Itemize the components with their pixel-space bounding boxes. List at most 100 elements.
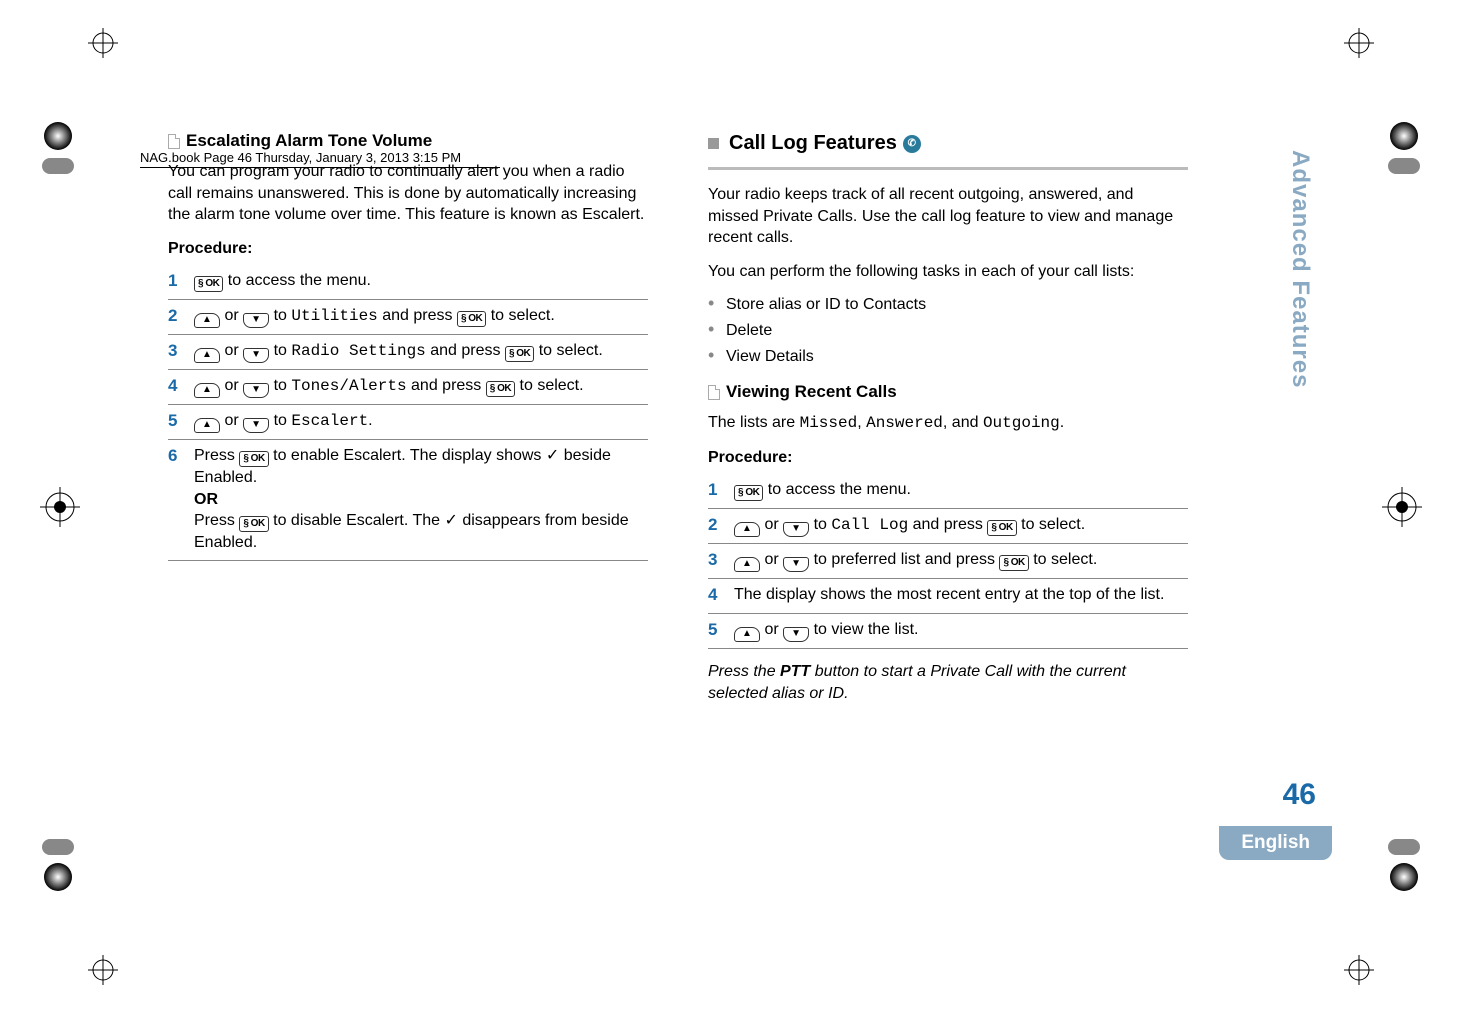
menu-item: Tones/Alerts [291, 377, 406, 395]
or-text: or [220, 307, 243, 324]
or-text: or [220, 412, 243, 429]
step-text: to select. [486, 307, 554, 324]
right-steps: 1 § OK to access the menu. 2 ▲ or ▼ to C… [708, 474, 1188, 649]
lists-line: The lists are Missed, Answered, and Outg… [708, 412, 1188, 435]
bullet-text: View Details [726, 346, 814, 368]
step-text: to view the list. [809, 621, 918, 638]
bullet-text: Delete [726, 320, 772, 342]
content: Escalating Alarm Tone Volume You can pro… [168, 130, 1188, 716]
up-arrow-icon: ▲ [194, 418, 220, 433]
step-text: . [368, 412, 372, 429]
down-arrow-icon: ▼ [243, 348, 269, 363]
procedure-label: Procedure: [168, 238, 648, 260]
phone-icon: ✆ [903, 135, 921, 153]
registration-right [1382, 487, 1422, 527]
list-name: Answered [866, 414, 943, 432]
list-name: Missed [800, 414, 858, 432]
lists-text: . [1060, 414, 1064, 431]
step-number: 2 [708, 514, 734, 537]
step-5: 5 ▲ or ▼ to Escalert. [168, 405, 648, 440]
document-icon [168, 134, 180, 149]
step-text: and press [378, 307, 457, 324]
step-text: to select. [1029, 551, 1097, 568]
crop-mark-bl [88, 955, 118, 985]
step-body: § OK to access the menu. [194, 270, 648, 293]
ptt-label: PTT [780, 663, 810, 680]
sidebar: Advanced Features 46 English [1274, 130, 1314, 850]
step-number: 3 [168, 340, 194, 363]
list-item: •Delete [708, 320, 1188, 342]
ok-button-icon: § OK [457, 311, 486, 327]
list-item: •View Details [708, 346, 1188, 368]
step-body: ▲ or ▼ to Call Log and press § OK to sel… [734, 514, 1188, 537]
right-intro: Your radio keeps track of all recent out… [708, 184, 1188, 249]
footnote: Press the PTT button to start a Private … [708, 661, 1188, 704]
step-body: ▲ or ▼ to view the list. [734, 619, 1188, 642]
step-number: 6 [168, 445, 194, 554]
down-arrow-icon: ▼ [243, 418, 269, 433]
step-body: The display shows the most recent entry … [734, 584, 1188, 607]
ok-button-icon: § OK [239, 451, 268, 467]
up-arrow-icon: ▲ [734, 627, 760, 642]
down-arrow-icon: ▼ [243, 313, 269, 328]
step-text: and press [426, 342, 505, 359]
task-list: •Store alias or ID to Contacts •Delete •… [708, 294, 1188, 367]
or-text: or [760, 516, 783, 533]
up-arrow-icon: ▲ [194, 383, 220, 398]
step-number: 1 [168, 270, 194, 293]
left-h1: Escalating Alarm Tone Volume [186, 130, 432, 153]
down-arrow-icon: ▼ [783, 627, 809, 642]
section-rule [708, 167, 1188, 170]
step-6: 6 Press § OK to enable Escalert. The dis… [168, 440, 648, 561]
up-arrow-icon: ▲ [734, 557, 760, 572]
right-h1: Call Log Features [729, 130, 897, 157]
crop-mark-br [1344, 955, 1374, 985]
step-number: 5 [708, 619, 734, 642]
or-text: or [220, 377, 243, 394]
registration-left [40, 487, 80, 527]
ok-button-icon: § OK [486, 381, 515, 397]
step-number: 2 [168, 305, 194, 328]
step-body: ▲ or ▼ to Utilities and press § OK to se… [194, 305, 648, 328]
step-5: 5 ▲ or ▼ to view the list. [708, 614, 1188, 649]
ok-button-icon: § OK [194, 276, 223, 292]
step-text: to [269, 412, 291, 429]
step-body: ▲ or ▼ to Tones/Alerts and press § OK to… [194, 375, 648, 398]
up-arrow-icon: ▲ [194, 348, 220, 363]
ok-button-icon: § OK [999, 555, 1028, 571]
step-4: 4 ▲ or ▼ to Tones/Alerts and press § OK … [168, 370, 648, 405]
crop-mark-tr [1344, 28, 1374, 58]
ok-button-icon: § OK [987, 520, 1016, 536]
step-text: to access the menu. [223, 272, 371, 289]
or-text: or [760, 621, 783, 638]
language-tab: English [1219, 826, 1332, 860]
lists-text: , [857, 414, 866, 431]
ok-button-icon: § OK [734, 485, 763, 501]
step-number: 3 [708, 549, 734, 572]
bullet-icon: • [708, 320, 726, 342]
right-column: Call Log Features ✆ Your radio keeps tra… [708, 130, 1188, 716]
up-arrow-icon: ▲ [194, 313, 220, 328]
section-title-vertical: Advanced Features [1286, 150, 1314, 388]
step-text: Press [194, 512, 239, 529]
section-mark-icon [708, 138, 719, 149]
or-text: or [760, 551, 783, 568]
step-text: to [269, 307, 291, 324]
step-3: 3 ▲ or ▼ to Radio Settings and press § O… [168, 335, 648, 370]
step-body: § OK to access the menu. [734, 479, 1188, 502]
crop-mark-tl [88, 28, 118, 58]
step-text: to select. [515, 377, 583, 394]
step-text: and press [407, 377, 486, 394]
bullet-icon: • [708, 346, 726, 368]
menu-item: Utilities [291, 307, 377, 325]
step-text: Press [194, 447, 239, 464]
step-number: 5 [168, 410, 194, 433]
ok-button-icon: § OK [239, 516, 268, 532]
step-body: ▲ or ▼ to Escalert. [194, 410, 648, 433]
left-column: Escalating Alarm Tone Volume You can pro… [168, 130, 648, 716]
page-number: 46 [1283, 778, 1316, 812]
step-text: to preferred list and press [809, 551, 999, 568]
bullet-icon: • [708, 294, 726, 316]
lists-text: , and [943, 414, 983, 431]
step-1: 1 § OK to access the menu. [168, 265, 648, 300]
